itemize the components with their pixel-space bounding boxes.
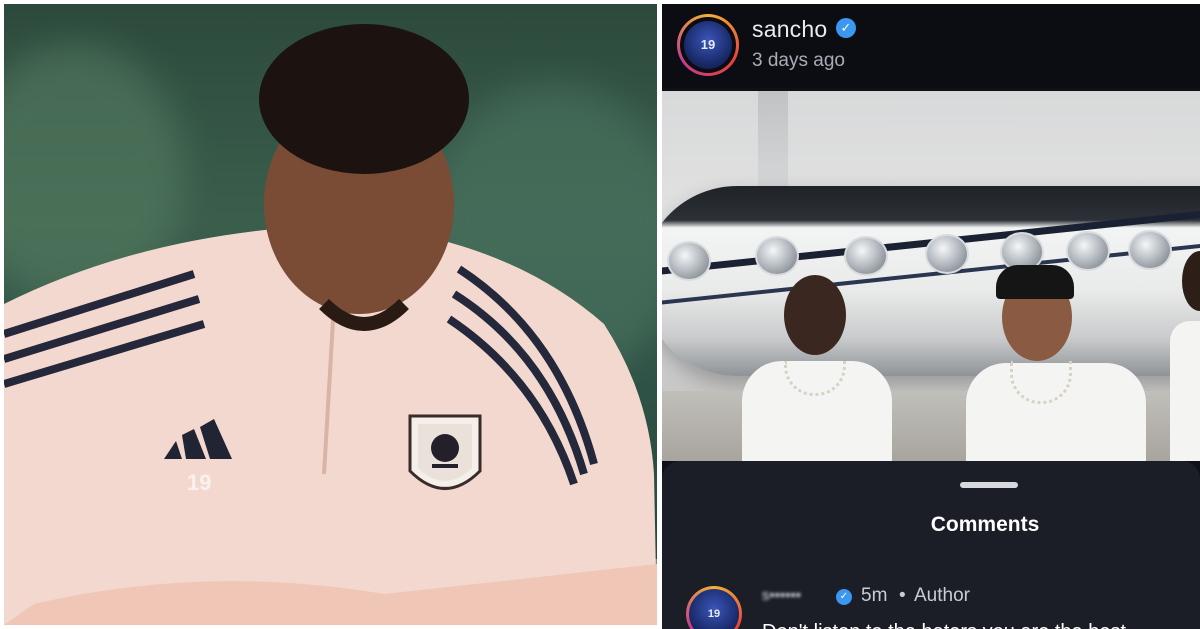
player-hair xyxy=(259,24,469,174)
comments-title: Comments xyxy=(930,513,1040,536)
social-post-screenshot: 19 sancho ✓ 3 days ago Comments 19 s••••… xyxy=(662,4,1200,629)
post-username[interactable]: sancho xyxy=(752,16,827,43)
player-figure xyxy=(4,24,657,625)
player-photo: 19 xyxy=(4,4,657,625)
person-left xyxy=(732,271,902,461)
comment-username[interactable]: s•••••• xyxy=(762,587,801,604)
verified-badge-icon: ✓ xyxy=(836,18,856,38)
club-crest xyxy=(408,414,482,490)
post-timestamp: 3 days ago xyxy=(752,50,845,71)
comment-text: Don't listen to the haters you are the b… xyxy=(762,621,1126,629)
jet-tail xyxy=(758,91,788,186)
profile-avatar[interactable]: 19 xyxy=(677,14,739,76)
person-center xyxy=(958,263,1158,461)
jersey-number: 19 xyxy=(187,470,212,495)
comment-author-badge: Author xyxy=(914,585,970,606)
comments-sheet: Comments 19 s•••••• ✓ 5m • Author Don't … xyxy=(662,461,1200,629)
post-image[interactable] xyxy=(662,91,1200,461)
avatar-image: 19 xyxy=(684,21,732,69)
post-header: 19 sancho ✓ 3 days ago xyxy=(662,4,1200,88)
verified-badge-icon: ✓ xyxy=(836,589,852,605)
person-right xyxy=(1160,251,1200,461)
comment-avatar-image: 19 xyxy=(689,589,739,629)
comment-time: 5m xyxy=(861,585,888,606)
jet-window xyxy=(667,241,711,281)
jet-window xyxy=(755,236,799,276)
jet-window xyxy=(844,236,888,276)
comment-separator: • xyxy=(899,585,906,606)
comment-avatar[interactable]: 19 xyxy=(686,586,742,629)
sheet-drag-handle[interactable] xyxy=(960,482,1018,488)
